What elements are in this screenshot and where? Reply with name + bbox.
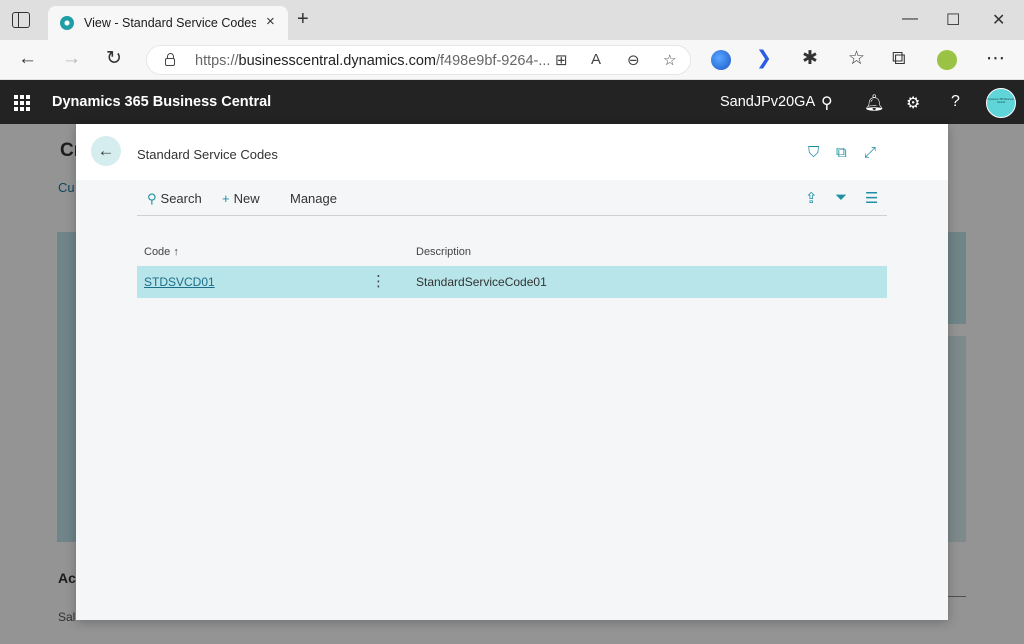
search-icon: ⚲	[147, 191, 157, 206]
more-options-icon[interactable]: ⋯	[986, 49, 1005, 69]
browser-toolbar: ← → ↻ https://businesscentral.dynamics.c…	[0, 40, 1024, 80]
profile-icon[interactable]	[937, 50, 957, 70]
read-aloud-icon[interactable]: A	[591, 51, 601, 68]
company-name[interactable]: SandJPv20GA	[720, 94, 815, 110]
bookmark-icon[interactable]: ⛉	[808, 144, 819, 161]
standard-service-codes-dialog: ← Standard Service Codes ⛉ ⧉ ⤢ ⚲ Search +…	[76, 124, 948, 620]
tab-close-icon[interactable]: ×	[266, 13, 275, 30]
notifications-icon[interactable]: 🔔︎	[864, 93, 884, 113]
avatar-label: Dynamics 365 Business Central	[987, 98, 1015, 104]
tab-title: View - Standard Service Codes - Dyna	[84, 16, 256, 30]
lock-icon	[165, 53, 175, 66]
description-cell: StandardServiceCode01	[416, 275, 547, 289]
avatar[interactable]: Dynamics 365 Business Central	[986, 88, 1016, 118]
new-tab-button[interactable]: +	[297, 9, 309, 29]
list-view-icon[interactable]: ☰	[865, 189, 878, 207]
window-minimize-button[interactable]: —	[902, 10, 918, 28]
browser-extension-globe-icon[interactable]	[711, 50, 731, 70]
code-link[interactable]: STDSVCD01	[144, 275, 215, 289]
forward-arrow-icon[interactable]: →	[62, 49, 81, 69]
dialog-content	[76, 180, 948, 620]
column-header-description[interactable]: Description	[416, 246, 471, 258]
filter-icon[interactable]: ⏷	[835, 189, 847, 206]
extensions-icon[interactable]: ✱	[802, 49, 818, 69]
refresh-icon[interactable]: ↻	[106, 49, 122, 69]
browser-tab-bar: View - Standard Service Codes - Dyna × +…	[0, 0, 1024, 40]
row-actions-icon[interactable]: ⋮	[371, 272, 386, 290]
app-title: Dynamics 365 Business Central	[52, 94, 272, 110]
favorites-icon[interactable]: ☆	[848, 49, 865, 69]
window-maximize-button[interactable]: ☐	[946, 10, 960, 30]
new-button[interactable]: + New	[222, 191, 260, 206]
search-button[interactable]: ⚲ Search	[147, 191, 202, 207]
app-grid-icon[interactable]: ⊞	[555, 51, 568, 69]
table-row[interactable]: STDSVCD01 ⋮ StandardServiceCode01	[137, 266, 887, 298]
plus-icon: +	[222, 191, 230, 206]
favorite-add-icon[interactable]: ☆	[663, 51, 676, 69]
search-label: Search	[160, 191, 202, 206]
action-bar: ⚲ Search + New Manage ⇪ ⏷ ☰	[137, 180, 887, 216]
open-new-window-icon[interactable]: ⧉	[836, 144, 847, 161]
new-label: New	[233, 191, 260, 206]
browser-tab[interactable]: View - Standard Service Codes - Dyna ×	[48, 6, 288, 40]
share-icon[interactable]: ⇪	[805, 189, 818, 207]
app-launcher-icon[interactable]	[14, 95, 30, 111]
url-text: https://businesscentral.dynamics.com/f49…	[195, 53, 551, 69]
column-header-code[interactable]: Code ↑	[144, 246, 179, 258]
collections-icon[interactable]: ⧉	[892, 49, 906, 69]
address-bar[interactable]: https://businesscentral.dynamics.com/f49…	[146, 45, 691, 75]
expand-icon[interactable]: ⤢	[864, 144, 876, 161]
power-automate-icon[interactable]: ❯	[756, 49, 772, 69]
page-title: Standard Service Codes	[137, 147, 278, 162]
dynamics-favicon-icon	[60, 16, 74, 30]
sort-ascending-icon: ↑	[173, 246, 179, 258]
manage-button[interactable]: Manage	[290, 191, 337, 206]
window-close-button[interactable]: ✕	[992, 10, 1005, 30]
settings-gear-icon[interactable]: ⚙	[906, 93, 920, 113]
tab-actions-icon[interactable]	[12, 12, 30, 28]
zoom-out-icon[interactable]: ⊖	[627, 51, 640, 69]
help-icon[interactable]: ?	[951, 93, 960, 111]
search-icon[interactable]: ⚲	[821, 93, 833, 113]
back-arrow-icon[interactable]: ←	[18, 49, 37, 69]
back-arrow-icon: ←	[97, 141, 115, 160]
back-button[interactable]: ←	[91, 136, 121, 166]
bc-header: Dynamics 365 Business Central SandJPv20G…	[0, 80, 1024, 124]
